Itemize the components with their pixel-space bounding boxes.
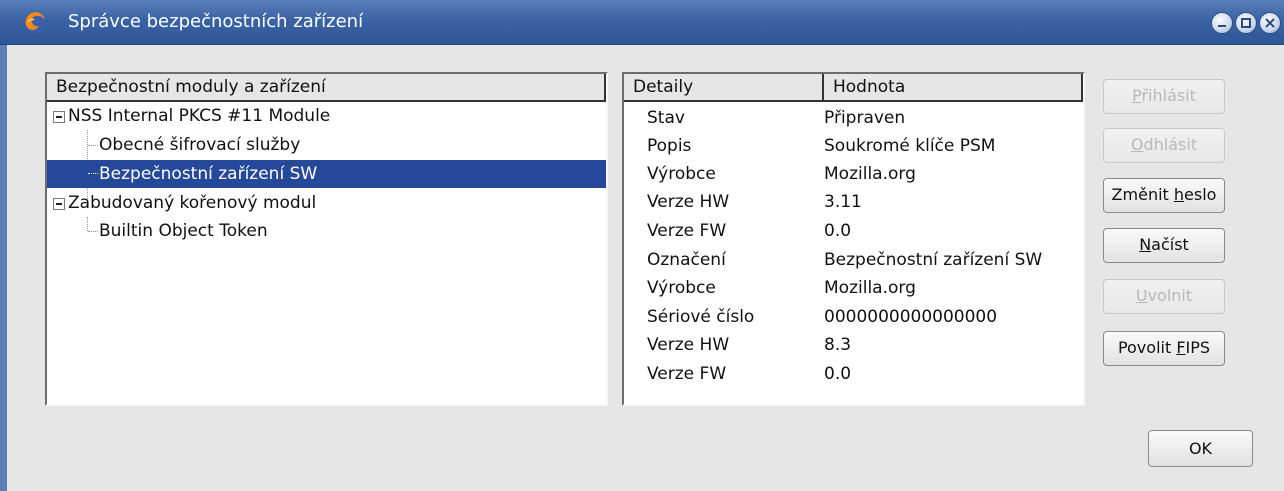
tree-item-label: Obecné šifrovací služby [99, 135, 301, 155]
detail-key: Verze HW [647, 192, 730, 212]
detail-key: Popis [647, 136, 692, 156]
tree-item-label: Zabudovaný kořenový modul [68, 193, 317, 213]
details-column-header[interactable]: Detaily [624, 74, 824, 102]
tree-item-builtin-roots[interactable]: Zabudovaný kořenový modul [47, 189, 606, 217]
detail-value: 0000000000000000 [824, 307, 998, 327]
window-frame [0, 45, 7, 491]
title-bar: Správce bezpečnostních zařízení [0, 0, 1284, 45]
modules-tree[interactable]: Bezpečnostní moduly a zařízení NSS Inter… [45, 72, 608, 406]
firefox-icon [23, 10, 47, 34]
unload-button[interactable]: Uvolnit [1103, 279, 1225, 314]
button-accesskey: F [1176, 338, 1186, 357]
value-column-header[interactable]: Hodnota [824, 74, 1083, 102]
close-icon[interactable] [1259, 12, 1281, 34]
table-row[interactable]: Stav Připraven [624, 104, 1082, 132]
button-label-prefix: Změnit [1111, 185, 1174, 204]
collapse-icon[interactable] [53, 111, 65, 123]
detail-key: Verze FW [647, 364, 727, 384]
detail-value: 0.0 [824, 221, 852, 241]
button-label-suffix: řihlásit [1141, 86, 1196, 105]
detail-value: Bezpečnostní zařízení SW [824, 250, 1043, 270]
tree-item-software-security-device[interactable]: Bezpečnostní zařízení SW [47, 160, 606, 188]
tree-item-label: Bezpečnostní zařízení SW [99, 164, 318, 184]
tree-item-label: NSS Internal PKCS #11 Module [68, 106, 331, 126]
tree-item-builtin-token[interactable]: Builtin Object Token [47, 217, 606, 245]
detail-key: Verze FW [647, 221, 727, 241]
tree-item-label: Builtin Object Token [99, 221, 268, 241]
detail-value: Mozilla.org [824, 278, 916, 298]
ok-button[interactable]: OK [1148, 430, 1253, 467]
window-title: Správce bezpečnostních zařízení [68, 11, 364, 32]
table-row[interactable]: Sériové číslo 0000000000000000 [624, 303, 1082, 331]
detail-value: Připraven [824, 108, 906, 128]
table-row[interactable]: Popis Soukromé klíče PSM [624, 132, 1082, 160]
detail-key: Výrobce [647, 164, 716, 184]
load-button[interactable]: Načíst [1103, 228, 1225, 263]
button-label-prefix: Povolit [1117, 338, 1177, 357]
tree-item-nss-module[interactable]: NSS Internal PKCS #11 Module [47, 102, 606, 130]
table-row[interactable]: Verze HW 3.11 [624, 188, 1082, 216]
table-row[interactable]: Verze HW 8.3 [624, 331, 1082, 359]
detail-key: Označení [647, 250, 726, 270]
detail-key: Výrobce [647, 278, 716, 298]
table-row[interactable]: Výrobce Mozilla.org [624, 274, 1082, 302]
modules-column-header[interactable]: Bezpečnostní moduly a zařízení [47, 74, 606, 102]
detail-value: Mozilla.org [824, 164, 916, 184]
button-label-suffix: IPS [1185, 338, 1211, 357]
button-label-suffix: dhlásit [1143, 135, 1198, 154]
enable-fips-button[interactable]: Povolit FIPS [1103, 331, 1225, 366]
change-password-button[interactable]: Změnit heslo [1103, 178, 1225, 213]
minimize-icon[interactable] [1211, 12, 1233, 34]
button-accesskey: h [1173, 185, 1185, 204]
button-accesskey: N [1139, 235, 1152, 254]
maximize-icon[interactable] [1235, 12, 1257, 34]
table-row[interactable]: Výrobce Mozilla.org [624, 160, 1082, 188]
detail-key: Stav [647, 108, 685, 128]
detail-key: Sériové číslo [647, 307, 755, 327]
tree-line [88, 173, 98, 174]
button-accesskey: U [1135, 286, 1148, 305]
table-row[interactable]: Verze FW 0.0 [624, 217, 1082, 245]
detail-value: 0.0 [824, 364, 852, 384]
logout-button[interactable]: Odhlásit [1103, 128, 1225, 163]
detail-value: 8.3 [824, 335, 852, 355]
collapse-icon[interactable] [53, 198, 65, 210]
button-label-suffix: eslo [1184, 185, 1217, 204]
login-button[interactable]: Přihlásit [1103, 79, 1225, 114]
detail-value: 3.11 [824, 192, 862, 212]
detail-key: Verze HW [647, 335, 730, 355]
button-accesskey: O [1130, 135, 1144, 154]
table-row[interactable]: Označení Bezpečnostní zařízení SW [624, 246, 1082, 274]
tree-item-crypto-services[interactable]: Obecné šifrovací služby [47, 131, 606, 159]
button-label-suffix: ačíst [1151, 235, 1189, 254]
table-row[interactable]: Verze FW 0.0 [624, 360, 1082, 388]
button-label-suffix: volnit [1147, 286, 1193, 305]
details-table[interactable]: Detaily Hodnota Stav Připraven Popis Soukr… [622, 72, 1085, 406]
detail-value: Soukromé klíče PSM [824, 136, 996, 156]
